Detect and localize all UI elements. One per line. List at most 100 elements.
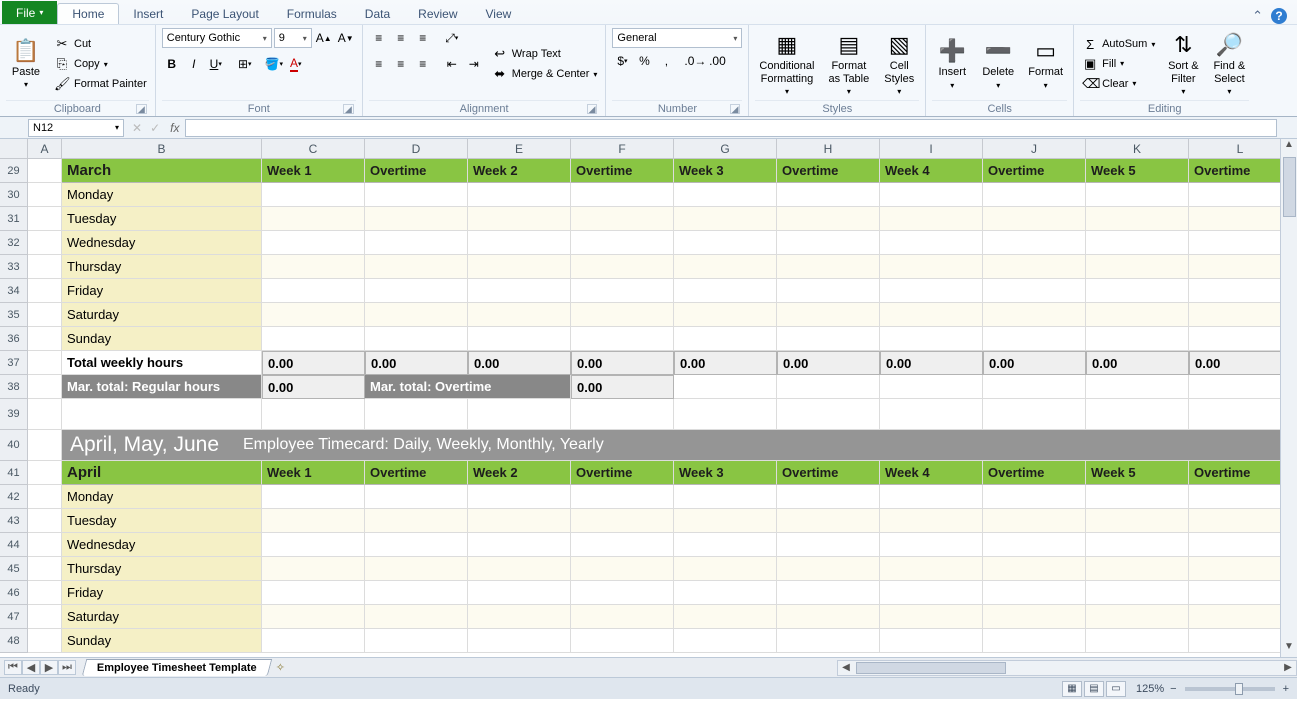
- cell[interactable]: [880, 375, 983, 399]
- cell[interactable]: [28, 629, 62, 653]
- cell[interactable]: [1086, 375, 1189, 399]
- cell[interactable]: [777, 183, 880, 207]
- cell[interactable]: [365, 279, 468, 303]
- cell[interactable]: [1086, 605, 1189, 629]
- increase-decimal-icon[interactable]: .0→: [685, 51, 705, 71]
- row-header[interactable]: 46: [0, 581, 27, 605]
- zoom-slider[interactable]: [1185, 687, 1275, 691]
- cell[interactable]: [468, 255, 571, 279]
- cell[interactable]: [262, 533, 365, 557]
- cell[interactable]: [983, 207, 1086, 231]
- cell[interactable]: [674, 605, 777, 629]
- cell[interactable]: [880, 533, 983, 557]
- cell[interactable]: Saturday: [62, 303, 262, 327]
- cell[interactable]: [571, 255, 674, 279]
- scroll-thumb[interactable]: [1283, 157, 1296, 217]
- column-header[interactable]: C: [262, 139, 365, 158]
- cell[interactable]: [880, 581, 983, 605]
- comma-icon[interactable]: ,: [656, 51, 676, 71]
- cell[interactable]: 0.00: [571, 375, 674, 399]
- cell[interactable]: [571, 605, 674, 629]
- cell[interactable]: [1189, 557, 1292, 581]
- cell[interactable]: [674, 207, 777, 231]
- cell[interactable]: [1086, 509, 1189, 533]
- font-color-button[interactable]: A▾: [286, 54, 306, 74]
- increase-font-icon[interactable]: A▲: [314, 28, 334, 48]
- cell[interactable]: [777, 375, 880, 399]
- cell[interactable]: Week 5: [1086, 159, 1189, 183]
- cell[interactable]: Overtime: [777, 461, 880, 485]
- prev-sheet-icon[interactable]: ◀: [22, 660, 40, 675]
- cell[interactable]: [468, 605, 571, 629]
- merge-center-button[interactable]: ⬌Merge & Center ▾: [490, 65, 600, 83]
- cancel-icon[interactable]: ✕: [128, 121, 146, 135]
- cell[interactable]: [1086, 557, 1189, 581]
- border-button[interactable]: ⊞▾: [235, 54, 255, 74]
- cell[interactable]: Week 2: [468, 159, 571, 183]
- cell[interactable]: Wednesday: [62, 231, 262, 255]
- paste-button[interactable]: 📋 Paste▾: [6, 28, 46, 100]
- cell[interactable]: Overtime: [1189, 461, 1292, 485]
- cell[interactable]: Monday: [62, 485, 262, 509]
- cell[interactable]: [571, 303, 674, 327]
- cell[interactable]: [1086, 485, 1189, 509]
- cell[interactable]: Week 3: [674, 461, 777, 485]
- cell[interactable]: [1086, 183, 1189, 207]
- cell[interactable]: [674, 255, 777, 279]
- new-sheet-icon[interactable]: ✧: [276, 661, 285, 674]
- fill-button[interactable]: ▣Fill ▾: [1080, 55, 1157, 73]
- cell[interactable]: [468, 509, 571, 533]
- decrease-indent-icon[interactable]: ⇤: [442, 54, 462, 74]
- tab-review[interactable]: Review: [404, 4, 471, 24]
- cell[interactable]: Week 4: [880, 159, 983, 183]
- cell[interactable]: [1189, 399, 1292, 430]
- cell[interactable]: [880, 255, 983, 279]
- cells-area[interactable]: MarchWeek 1OvertimeWeek 2OvertimeWeek 3O…: [28, 159, 1297, 653]
- row-header[interactable]: 38: [0, 375, 27, 399]
- zoom-out-icon[interactable]: −: [1170, 683, 1176, 695]
- cell[interactable]: 0.00: [1189, 351, 1292, 375]
- font-name-combo[interactable]: Century Gothic▾: [162, 28, 272, 48]
- cell[interactable]: [880, 279, 983, 303]
- cell[interactable]: [674, 183, 777, 207]
- cell[interactable]: [468, 485, 571, 509]
- cell[interactable]: [983, 605, 1086, 629]
- row-header[interactable]: 39: [0, 399, 27, 430]
- cell[interactable]: Thursday: [62, 255, 262, 279]
- align-middle-icon[interactable]: ≡: [391, 28, 411, 48]
- cell[interactable]: [983, 557, 1086, 581]
- column-header[interactable]: B: [62, 139, 262, 158]
- cell[interactable]: [1086, 279, 1189, 303]
- cell[interactable]: [571, 207, 674, 231]
- cell[interactable]: [674, 485, 777, 509]
- cell[interactable]: [28, 255, 62, 279]
- cell[interactable]: [468, 399, 571, 430]
- cell[interactable]: Overtime: [777, 159, 880, 183]
- cell[interactable]: [674, 533, 777, 557]
- cell[interactable]: [365, 533, 468, 557]
- cell[interactable]: [983, 231, 1086, 255]
- cell[interactable]: [571, 629, 674, 653]
- cell[interactable]: [674, 279, 777, 303]
- cell[interactable]: [983, 183, 1086, 207]
- cell[interactable]: Tuesday: [62, 509, 262, 533]
- cell[interactable]: [468, 533, 571, 557]
- column-header[interactable]: K: [1086, 139, 1189, 158]
- cell[interactable]: [571, 399, 674, 430]
- cell[interactable]: [880, 231, 983, 255]
- cell[interactable]: [28, 461, 62, 485]
- cell[interactable]: Overtime: [1189, 159, 1292, 183]
- underline-button[interactable]: U▾: [206, 54, 226, 74]
- cell[interactable]: [28, 605, 62, 629]
- scroll-right-icon[interactable]: ▶: [1280, 662, 1296, 673]
- cell[interactable]: [880, 605, 983, 629]
- normal-view-icon[interactable]: ▦: [1062, 681, 1082, 697]
- tab-view[interactable]: View: [472, 4, 526, 24]
- zoom-level[interactable]: 125%: [1136, 683, 1164, 695]
- cell[interactable]: [777, 629, 880, 653]
- row-header[interactable]: 30: [0, 183, 27, 207]
- format-cells-button[interactable]: ▭Format▾: [1024, 28, 1067, 100]
- cell[interactable]: [28, 159, 62, 183]
- cell[interactable]: [262, 581, 365, 605]
- cell[interactable]: [983, 279, 1086, 303]
